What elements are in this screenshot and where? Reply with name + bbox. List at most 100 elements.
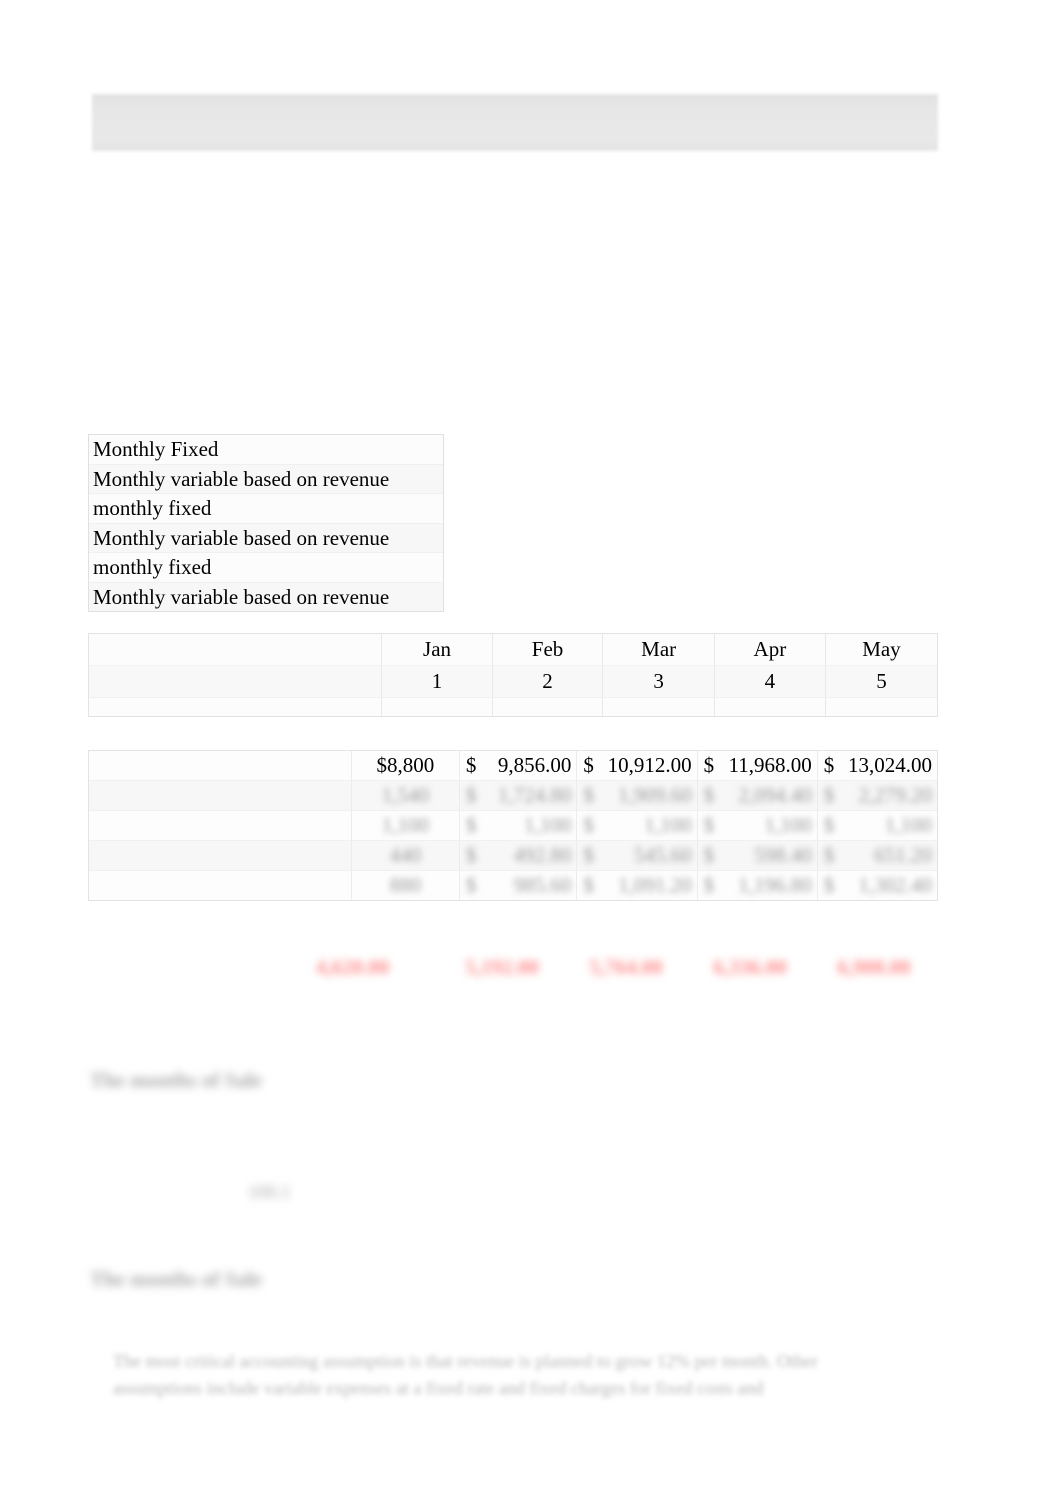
revenue-amount-apr: 11,968.00 [728,753,812,777]
paragraph-line-1: The most critical accounting assumption … [113,1351,818,1371]
data-amount-mar: 1,091.20 [618,873,692,897]
currency-symbol: $ [703,843,715,867]
data-cell-mar[interactable]: $ 1,909.60 [576,780,698,811]
currency-symbol: $ [703,753,715,777]
list-item[interactable]: Monthly variable based on revenue [89,464,443,494]
data-amount-mar: 545.60 [633,843,692,867]
index-row-label[interactable] [89,665,383,698]
revenue-cell-may[interactable]: $ 13,024.00 [817,751,937,781]
data-cell-may[interactable]: $ 1,100 [817,810,937,841]
data-cell-jan[interactable]: 1,540 [351,780,460,811]
currency-symbol: $ [823,873,835,897]
total-value-jan[interactable]: 4,620.00 [265,950,440,984]
data-cell-apr[interactable]: $ 2,094.40 [697,780,818,811]
document-header-banner [92,94,938,151]
table-row-revenue: $8,800 $ 9,856.00 $ 10,912.00 $ 11,968.0… [89,751,937,781]
spacer-cell [89,697,383,716]
revenue-cell-mar[interactable]: $ 10,912.00 [576,751,698,781]
currency-symbol: $ [465,783,477,807]
data-cell-may[interactable]: $ 1,302.40 [817,870,937,900]
month-header-apr[interactable]: Apr [714,634,826,666]
note-line-1: The months of Sale [90,1068,263,1092]
data-amount-jan: 1,540 [381,783,429,807]
data-cell-feb[interactable]: $ 1,724.80 [459,780,578,811]
data-cell-mar[interactable]: $ 1,091.20 [576,870,698,900]
data-amount-feb: 1,724.80 [497,783,572,807]
note-small-value: 100.1 [248,1182,291,1203]
currency-symbol: $ [823,813,835,837]
note-line-2: The months of Sale [90,1267,263,1291]
currency-symbol: $ [465,873,477,897]
data-cell-feb[interactable]: $ 492.80 [459,840,578,871]
row-label[interactable] [89,840,352,871]
data-cell-apr[interactable]: $ 1,196.80 [697,870,818,900]
table-row: 440 $ 492.80 $ 545.60 $ 598.40 $ 651.20 [89,840,937,871]
data-amount-jan: 440 [389,843,422,867]
month-index-5[interactable]: 5 [825,665,937,698]
data-cell-jan[interactable]: 1,100 [351,810,460,841]
data-cell-apr[interactable]: $ 598.40 [697,840,818,871]
list-item[interactable]: monthly fixed [89,553,443,583]
data-cell-jan[interactable]: 880 [351,870,460,900]
spacer-cell [825,697,937,716]
currency-symbol: $ [465,813,477,837]
data-cell-mar[interactable]: $ 545.60 [576,840,698,871]
data-cell-may[interactable]: $ 651.20 [817,840,937,871]
list-item[interactable]: Monthly variable based on revenue [89,523,443,553]
revenue-cell-feb[interactable]: $ 9,856.00 [459,751,578,781]
revenue-amount-feb: 9,856.00 [497,753,572,777]
month-header-feb[interactable]: Feb [492,634,604,666]
list-item[interactable]: Monthly variable based on revenue [89,582,443,611]
currency-symbol: $ [823,783,835,807]
revenue-cell-jan[interactable]: $8,800 [351,751,460,781]
total-value-feb[interactable]: 5,192.00 [440,950,564,984]
month-index-2[interactable]: 2 [492,665,604,698]
month-header-may[interactable]: May [825,634,937,666]
revenue-amount-jan: $8,800 [376,753,435,777]
spacer-cell [381,697,493,716]
revenue-cell-apr[interactable]: $ 11,968.00 [697,751,818,781]
spacer-cell [714,697,826,716]
paragraph-line-2: assumptions include variable expenses at… [113,1378,764,1398]
currency-symbol: $ [465,753,477,777]
data-amount-may: 651.20 [874,843,932,867]
spacer-cell [492,697,604,716]
data-cell-feb[interactable]: $ 985.60 [459,870,578,900]
data-amount-apr: 2,094.40 [738,783,812,807]
data-amount-apr: 1,196.80 [738,873,812,897]
data-cell-may[interactable]: $ 2,279.20 [817,780,937,811]
currency-symbol: $ [583,873,594,897]
revenue-row-label[interactable] [89,751,352,781]
total-value-mar[interactable]: 5,764.00 [564,950,688,984]
financial-data-table: $8,800 $ 9,856.00 $ 10,912.00 $ 11,968.0… [88,750,938,901]
total-value-apr[interactable]: 6,336.00 [688,950,812,984]
data-cell-apr[interactable]: $ 1,100 [697,810,818,841]
month-index-3[interactable]: 3 [602,665,715,698]
data-amount-apr: 598.40 [753,843,812,867]
month-index-1[interactable]: 1 [381,665,493,698]
list-item[interactable]: Monthly Fixed [89,435,443,465]
data-cell-mar[interactable]: $ 1,100 [576,810,698,841]
row-label[interactable] [89,870,352,900]
month-index-4[interactable]: 4 [714,665,826,698]
revenue-amount-mar: 10,912.00 [607,753,692,777]
data-cell-feb[interactable]: $ 1,100 [459,810,578,841]
table-row-months: Jan Feb Mar Apr May [89,634,937,666]
month-header-jan[interactable]: Jan [381,634,493,666]
spacer-cell [602,697,715,716]
data-amount-mar: 1,100 [644,813,692,837]
list-item[interactable]: monthly fixed [89,494,443,524]
table-row-indices: 1 2 3 4 5 [89,665,937,698]
row-label[interactable] [89,780,352,811]
currency-symbol: $ [465,843,477,867]
data-amount-jan: 880 [389,873,422,897]
total-value-may[interactable]: 6,908.00 [812,950,936,984]
month-row-label[interactable] [89,634,383,666]
month-header-mar[interactable]: Mar [602,634,715,666]
data-amount-feb: 492.80 [513,843,572,867]
data-amount-apr: 1,100 [764,813,812,837]
table-row: 1,100 $ 1,100 $ 1,100 $ 1,100 $ 1,100 [89,810,937,841]
data-cell-jan[interactable]: 440 [351,840,460,871]
row-label[interactable] [89,810,352,841]
currency-symbol: $ [583,813,594,837]
